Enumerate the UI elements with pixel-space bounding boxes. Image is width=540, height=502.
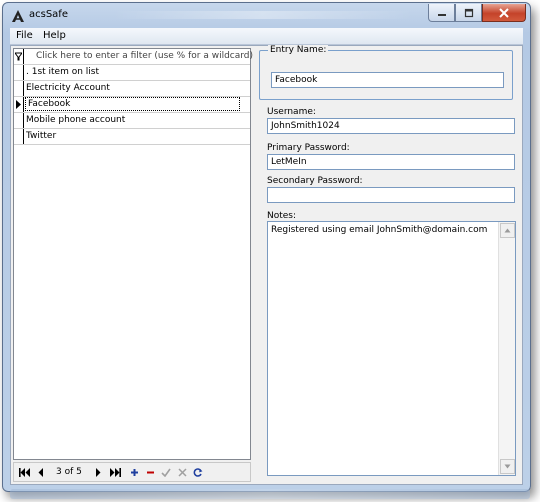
menu-bar: File Help [10, 28, 523, 45]
minus-icon [146, 471, 154, 473]
list-item-label: . 1st item on list [26, 67, 100, 77]
title-bar-background [113, 11, 413, 19]
refresh-icon [193, 467, 203, 477]
next-record-icon [96, 467, 101, 477]
maximize-button[interactable] [455, 4, 482, 22]
close-button[interactable] [482, 4, 526, 22]
secondary-password-field[interactable] [267, 187, 515, 203]
first-record-icon [18, 467, 30, 477]
username-field[interactable]: JohnSmith1024 [267, 118, 515, 134]
delete-record-button[interactable] [144, 465, 156, 479]
minimize-icon [437, 13, 446, 16]
notes-label: Notes: [267, 211, 297, 221]
record-navigator: 3 of 5 [13, 462, 251, 482]
username-label: Username: [267, 107, 316, 117]
window-controls [428, 4, 526, 22]
list-item-label: Mobile phone account [26, 115, 126, 125]
filter-indicator [14, 49, 24, 64]
list-item[interactable]: Mobile phone account [14, 113, 250, 129]
list-item-label: Electricity Account [26, 83, 110, 93]
filter-input[interactable]: Click here to enter a filter (use % for … [36, 51, 253, 61]
list-item[interactable]: Twitter [14, 129, 250, 145]
last-record-icon [109, 467, 121, 477]
cancel-edit-button[interactable] [176, 465, 188, 479]
add-record-button[interactable] [128, 465, 140, 479]
primary-password-field[interactable]: LetMeIn [267, 154, 515, 170]
secondary-password-label: Secondary Password: [267, 176, 363, 186]
current-row-arrow-icon [16, 100, 21, 109]
first-record-button[interactable] [17, 465, 31, 479]
row-indicator [14, 65, 24, 80]
menu-file[interactable]: File [16, 30, 33, 41]
refresh-button[interactable] [192, 465, 204, 479]
list-item-label: Twitter [26, 131, 57, 141]
previous-record-button[interactable] [35, 465, 47, 479]
scroll-down-button[interactable] [500, 459, 515, 474]
list-item[interactable]: Electricity Account [14, 81, 250, 97]
row-indicator [14, 129, 24, 144]
arrow-down-icon [504, 464, 511, 469]
main-panel: Click here to enter a filter (use % for … [10, 45, 523, 485]
row-indicator [14, 97, 24, 112]
background-strip [10, 489, 530, 499]
maximize-icon [464, 8, 473, 17]
scroll-up-button[interactable] [500, 223, 515, 238]
filter-icon [15, 52, 22, 61]
entry-list: Click here to enter a filter (use % for … [13, 48, 253, 460]
notes-field[interactable]: Registered using email JohnSmith@domain.… [267, 221, 516, 476]
app-logo-icon [12, 10, 24, 22]
filter-row[interactable]: Click here to enter a filter (use % for … [14, 49, 253, 65]
next-record-button[interactable] [92, 465, 104, 479]
close-icon [499, 7, 509, 18]
menu-help[interactable]: Help [43, 30, 66, 41]
post-edit-button[interactable] [160, 465, 172, 479]
record-position[interactable]: 3 of 5 [56, 467, 82, 477]
title-bar[interactable]: acsSafe [3, 3, 530, 28]
plus-icon [130, 468, 138, 476]
row-indicator [14, 81, 24, 96]
check-icon [161, 468, 171, 477]
entry-name-field[interactable]: Facebook [271, 72, 504, 88]
minimize-button[interactable] [428, 4, 455, 22]
list-item-label: Facebook [25, 97, 240, 111]
list-item[interactable]: . 1st item on list [14, 65, 250, 81]
row-indicator [14, 113, 24, 128]
notes-text: Registered using email JohnSmith@domain.… [271, 225, 488, 235]
entry-name-group: Entry Name: Facebook [259, 45, 513, 100]
list-item-selected[interactable]: Facebook [14, 97, 250, 113]
notes-scrollbar[interactable] [498, 222, 515, 475]
app-window: acsSafe File Help Click here to enter a … [2, 2, 531, 492]
window-title: acsSafe [29, 9, 68, 20]
cross-icon [177, 467, 187, 477]
arrow-up-icon [504, 228, 511, 233]
entry-name-label: Entry Name: [268, 45, 329, 55]
primary-password-label: Primary Password: [267, 143, 350, 153]
last-record-button[interactable] [107, 465, 123, 479]
previous-record-icon [38, 467, 43, 477]
